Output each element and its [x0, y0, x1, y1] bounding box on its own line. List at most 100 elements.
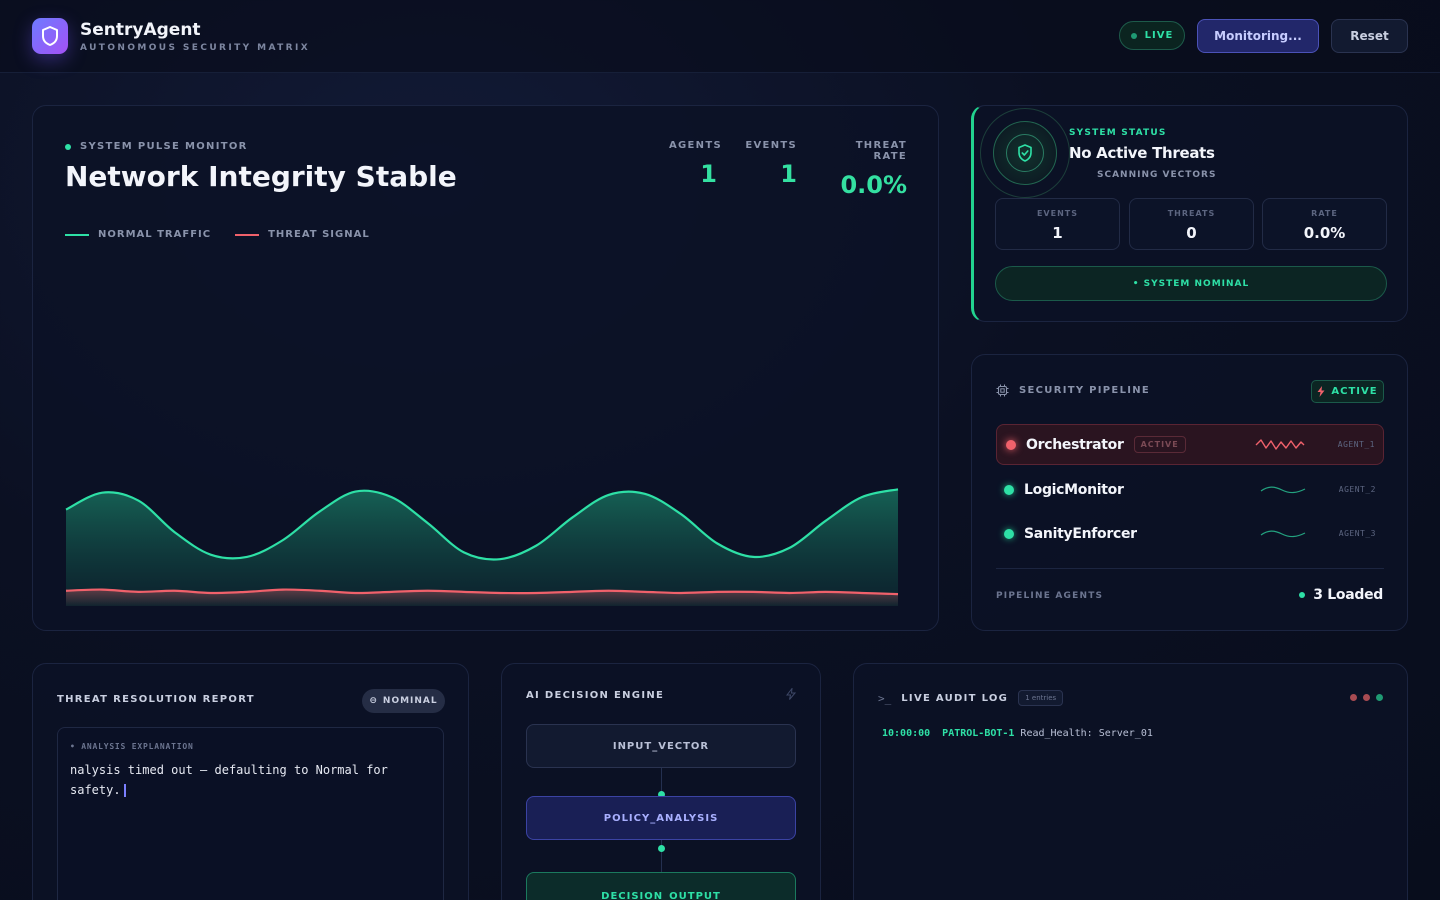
legend-normal-traffic: NORMAL TRAFFIC — [65, 229, 211, 240]
pulse-monitor-card: SYSTEM PULSE MONITOR Network Integrity S… — [32, 105, 939, 631]
log-time: 10:00:00 — [882, 728, 931, 739]
pipeline-active-badge: ACTIVE — [1311, 380, 1384, 403]
radar-inner-ring — [993, 121, 1057, 185]
stat-threat-rate-value: 0.0% — [840, 171, 907, 199]
agent-status-dot-icon — [1004, 528, 1014, 539]
status-events-label: EVENTS — [1036, 209, 1079, 218]
red-dot-icon — [1363, 694, 1370, 701]
radar-scanner — [980, 108, 1070, 198]
series-area-0 — [66, 489, 898, 606]
status-rate-box: RATE 0.0% — [1262, 198, 1387, 250]
shield-check-icon — [1006, 134, 1044, 172]
log-title: LIVE AUDIT LOG — [901, 692, 1009, 704]
stat-events-label: EVENTS — [745, 140, 797, 151]
nominal-circle-icon: ⊖ — [369, 696, 378, 706]
analysis-text-content: nalysis timed out — defaulting to Normal… — [70, 763, 388, 797]
agent-row-logicmonitor[interactable]: LogicMonitor AGENT_2 — [996, 469, 1384, 510]
typing-cursor — [123, 784, 126, 797]
pipeline-active-label: ACTIVE — [1331, 386, 1378, 397]
node-input-vector[interactable]: INPUT_VECTOR — [526, 724, 796, 768]
log-message: Read_Health: Server_01 — [1020, 728, 1153, 739]
agent-status-dot-icon — [1006, 439, 1016, 450]
reset-button[interactable]: Reset — [1331, 19, 1408, 53]
live-dot-icon — [1130, 32, 1137, 39]
pulse-label: SYSTEM PULSE MONITOR — [80, 141, 248, 152]
log-entry: 10:00:00 PATROL-BOT-1 Read_Health: Serve… — [882, 728, 1153, 739]
log-entry-count: 1 entries — [1018, 690, 1064, 706]
loaded-dot-icon — [1299, 592, 1306, 598]
pulse-title: Network Integrity Stable — [65, 160, 457, 193]
live-audit-log-card: >_ LIVE AUDIT LOG 1 entries 10:00:00 PAT… — [853, 663, 1408, 900]
agent-id: AGENT_1 — [1337, 440, 1375, 449]
pipeline-header: SECURITY PIPELINE — [996, 384, 1150, 397]
agent-row-orchestrator[interactable]: Orchestrator ACTIVE AGENT_1 — [996, 424, 1384, 465]
status-threats-box: THREATS 0 — [1129, 198, 1254, 250]
report-nominal-badge: ⊖ NOMINAL — [362, 689, 445, 713]
security-pipeline-card: SECURITY PIPELINE ACTIVE Orchestrator AC… — [971, 354, 1408, 631]
system-nominal-indicator: • SYSTEM NOMINAL — [995, 266, 1387, 301]
status-rate-label: RATE — [1311, 209, 1338, 218]
legend-threat-label: THREAT SIGNAL — [268, 229, 370, 240]
agent-status-dot-icon — [1004, 484, 1014, 495]
pipeline-footer-label: PIPELINE AGENTS — [996, 591, 1104, 601]
analysis-text: nalysis timed out — defaulting to Normal… — [70, 760, 420, 800]
agent-id: AGENT_3 — [1338, 529, 1376, 538]
window-controls — [1350, 694, 1383, 701]
node-policy-analysis[interactable]: POLICY_ANALYSIS — [526, 796, 796, 840]
agent-row-sanityenforcer[interactable]: SanityEnforcer AGENT_3 — [996, 513, 1384, 554]
pulse-dot-icon — [65, 143, 71, 150]
agent-name: SanityEnforcer — [1024, 525, 1137, 542]
shield-logo-icon — [32, 18, 68, 54]
activity-wave-icon — [1255, 438, 1305, 450]
analysis-explanation-box: • ANALYSIS EXPLANATION nalysis timed out… — [57, 727, 444, 900]
status-threats-value: 0 — [1186, 224, 1197, 242]
threat-report-card: THREAT RESOLUTION REPORT ⊖ NOMINAL • ANA… — [32, 663, 469, 900]
app-name: SentryAgent — [80, 20, 201, 40]
ai-decision-engine-card: AI DECISION ENGINE INPUT_VECTOR POLICY_A… — [501, 663, 821, 900]
status-subtitle: SCANNING VECTORS — [1097, 170, 1217, 180]
pipeline-footer-value: 3 Loaded — [1313, 587, 1383, 603]
live-indicator: LIVE — [1119, 21, 1185, 50]
status-threats-label: THREATS — [1167, 209, 1216, 218]
ai-engine-title: AI DECISION ENGINE — [526, 690, 665, 701]
chart-legend: NORMAL TRAFFIC THREAT SIGNAL — [65, 229, 370, 240]
node-decision-output[interactable]: DECISION_OUTPUT — [526, 872, 796, 900]
connector-dot-icon — [658, 845, 665, 852]
report-title: THREAT RESOLUTION REPORT — [57, 694, 255, 705]
status-label: SYSTEM STATUS — [1069, 128, 1167, 138]
agent-name: LogicMonitor — [1024, 481, 1124, 498]
top-bar: SentryAgent AUTONOMOUS SECURITY MATRIX L… — [0, 0, 1440, 73]
agent-id: AGENT_2 — [1338, 485, 1376, 494]
log-header: >_ LIVE AUDIT LOG 1 entries — [878, 690, 1064, 706]
legend-threat-signal: THREAT SIGNAL — [235, 229, 370, 240]
stat-agents: AGENTS 1 — [669, 140, 722, 188]
legend-normal-label: NORMAL TRAFFIC — [98, 229, 212, 240]
stat-agents-label: AGENTS — [669, 140, 722, 151]
stat-events: EVENTS 1 — [745, 140, 797, 188]
bolt-icon — [1317, 386, 1325, 397]
status-title: No Active Threats — [1069, 144, 1215, 162]
stat-events-value: 1 — [780, 160, 797, 188]
activity-wave-icon — [1260, 530, 1306, 537]
pulse-area-chart — [65, 488, 899, 606]
agent-name: Orchestrator — [1026, 436, 1124, 453]
red-dot-icon — [1350, 694, 1357, 701]
pipeline-loaded-count: 3 Loaded — [1299, 587, 1383, 603]
monitoring-button[interactable]: Monitoring... — [1197, 19, 1319, 53]
status-events-box: EVENTS 1 — [995, 198, 1120, 250]
status-events-value: 1 — [1052, 224, 1063, 242]
legend-threat-swatch — [235, 233, 260, 236]
activity-wave-icon — [1260, 486, 1306, 493]
stat-agents-value: 1 — [700, 160, 717, 188]
stat-threat-rate-label: THREAT RATE — [855, 140, 907, 162]
terminal-icon: >_ — [878, 691, 892, 705]
pipeline-divider — [996, 568, 1384, 569]
app-subtitle: AUTONOMOUS SECURITY MATRIX — [80, 43, 311, 53]
agent-active-badge: ACTIVE — [1133, 436, 1186, 453]
stat-threat-rate: THREAT RATE 0.0% — [823, 140, 907, 199]
report-badge-label: NOMINAL — [382, 696, 438, 706]
legend-normal-swatch — [65, 233, 89, 236]
green-dot-icon — [1376, 694, 1383, 701]
analysis-label: • ANALYSIS EXPLANATION — [70, 742, 194, 751]
status-rate-value: 0.0% — [1303, 224, 1346, 242]
